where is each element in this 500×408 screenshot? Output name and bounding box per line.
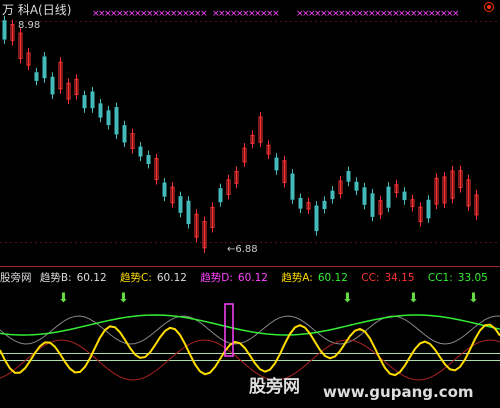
trend-d-value: 60.12: [237, 272, 268, 284]
cc-label: CC:: [361, 272, 380, 284]
candle-body: [186, 200, 191, 225]
buy-signal-icon: ⬇: [468, 291, 479, 306]
chart-title: 万 科A(日线): [2, 3, 72, 17]
trend-c-value: 60.12: [156, 272, 187, 284]
candle-body: [354, 181, 359, 191]
cc1-label: CC1:: [427, 272, 453, 284]
indicator-line-green: [0, 314, 500, 336]
candle-body: [314, 205, 319, 232]
buy-signal-icon: ⬇: [342, 291, 353, 306]
candlesticks: [2, 15, 479, 253]
buy-signal-icons: ⬇ ⬇ ⬇ ⬇ ⬇: [58, 291, 479, 306]
candle-body: [90, 91, 95, 109]
candle-body: [298, 197, 303, 209]
trend-c-label: 趋势C:: [120, 272, 152, 284]
settings-gear-icon[interactable]: [484, 2, 494, 12]
buy-signal-icon: ⬇: [408, 291, 419, 306]
buy-signal-icon: ⬇: [58, 291, 69, 306]
candle-body: [42, 56, 47, 79]
candle-body: [98, 103, 103, 118]
cc-value: 34.15: [384, 272, 415, 284]
candle-body: [34, 72, 39, 81]
buy-signal-icon: ⬇: [118, 291, 129, 306]
candle-body: [106, 110, 111, 126]
watermark-url: www.gupang.com: [323, 383, 474, 401]
cc1-value: 33.05: [457, 272, 488, 284]
signal-marker: ×: [272, 9, 280, 19]
candle-body: [50, 76, 55, 95]
high-price-label: 8.98: [18, 20, 41, 31]
kline-chart: ××××××××××××××××××× ××××××××××× ××××××××××…: [0, 9, 500, 381]
indicator-line-gray: [0, 315, 500, 345]
trend-a-label: 趋势A:: [281, 272, 313, 284]
indicator-legend: 股旁网 趋势B: 60.12 趋势C: 60.12 趋势D: 60.12 趋势A: 60…: [0, 270, 498, 285]
candle-body: [138, 146, 143, 157]
trend-b-value: 60.12: [76, 272, 107, 284]
signal-marker: ×: [452, 9, 460, 19]
signal-marker: ×: [200, 9, 208, 19]
candle-body: [322, 200, 327, 210]
candle-body: [162, 182, 167, 197]
grid-lines: [0, 21, 500, 361]
top-signal-markers: ××××××××××××××××××× ××××××××××× ××××××××××…: [92, 9, 460, 19]
candle-body: [426, 199, 431, 219]
candle-body: [122, 125, 127, 143]
candle-body: [274, 157, 279, 171]
candle-body: [346, 171, 351, 182]
indicator-lines: [0, 303, 500, 381]
candle-body: [146, 155, 151, 164]
candle-body: [362, 187, 367, 205]
candle-body: [386, 186, 391, 208]
indicator-panel-name[interactable]: 股旁网: [0, 272, 32, 284]
candle-body: [402, 191, 407, 201]
candle-body: [114, 107, 119, 135]
candle-body: [82, 95, 87, 109]
trend-b-label: 趋势B:: [39, 272, 72, 284]
candle-body: [2, 20, 7, 40]
low-price-label: ←6.88: [227, 244, 258, 255]
trend-d-label: 趋势D:: [200, 272, 233, 284]
candle-body: [370, 193, 375, 217]
candle-body: [218, 188, 223, 203]
candle-body: [178, 196, 183, 213]
candle-body: [290, 173, 295, 200]
watermark-site: 股旁网: [249, 377, 300, 397]
trend-a-value: 60.12: [317, 272, 348, 284]
candle-body: [330, 190, 335, 200]
